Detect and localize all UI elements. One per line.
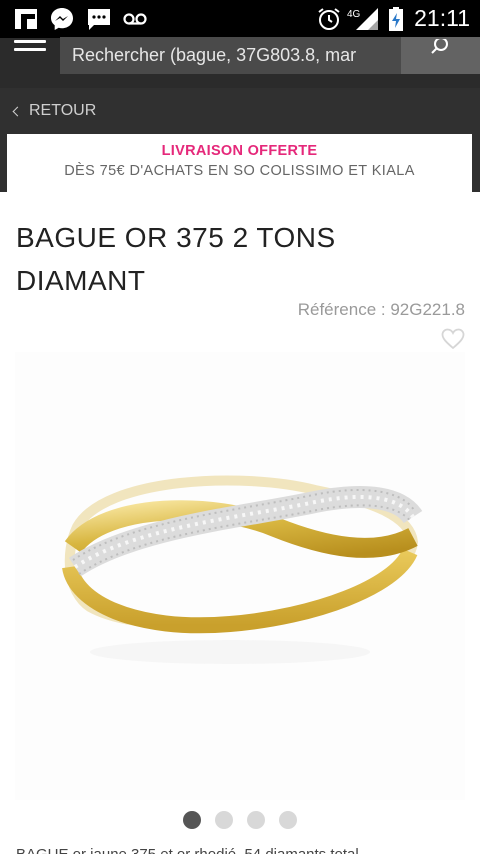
back-label: RETOUR <box>29 102 97 119</box>
voicemail-icon <box>123 13 147 25</box>
messenger-icon <box>51 8 73 30</box>
status-time: 21:11 <box>414 5 470 31</box>
menu-icon <box>14 40 46 43</box>
heart-icon[interactable] <box>441 328 465 350</box>
top-bar: Rechercher (bague, 37G803.8, mar <box>0 37 480 88</box>
carousel-dot-2[interactable] <box>215 811 233 829</box>
signal-icon: 4G <box>347 8 378 30</box>
carousel-dot-3[interactable] <box>247 811 265 829</box>
promo-banner[interactable]: LIVRAISON OFFERTE DÈS 75€ D'ACHATS EN SO… <box>7 134 472 192</box>
status-bar: 4G 21:11 <box>0 0 480 38</box>
ring-image <box>62 475 423 664</box>
carousel-dots <box>0 811 480 831</box>
search-button[interactable] <box>401 37 480 74</box>
chevron-left-icon <box>12 106 23 116</box>
carousel-dot-4[interactable] <box>279 811 297 829</box>
search-input[interactable]: Rechercher (bague, 37G803.8, mar <box>60 37 401 74</box>
battery-charging-icon <box>389 7 403 31</box>
product-title-line2: DIAMANT <box>16 265 146 296</box>
banner-title: LIVRAISON OFFERTE <box>161 143 318 159</box>
back-bar: RETOUR <box>0 88 480 136</box>
alarm-icon <box>318 8 340 30</box>
product-title: BAGUE OR 375 2 TONS DIAMANT <box>16 216 466 302</box>
product-description: BAGUE or jaune 375 et or rhodié, 54 diam… <box>16 846 480 854</box>
search-icon <box>431 39 448 54</box>
product-image[interactable] <box>15 352 465 800</box>
promo-banner-container: LIVRAISON OFFERTE DÈS 75€ D'ACHATS EN SO… <box>0 134 480 192</box>
svg-text:4G: 4G <box>347 9 361 20</box>
menu-button[interactable] <box>14 40 46 60</box>
product-reference: Référence : 92G221.8 <box>297 300 465 319</box>
carousel-dot-1[interactable] <box>183 811 201 829</box>
back-button[interactable]: RETOUR <box>12 102 97 120</box>
banner-subtitle: DÈS 75€ D'ACHATS EN SO COLISSIMO ET KIAL… <box>64 163 415 179</box>
sms-icon <box>88 9 110 30</box>
flipboard-icon <box>15 9 37 29</box>
product-title-line1: BAGUE OR 375 2 TONS <box>16 222 336 253</box>
